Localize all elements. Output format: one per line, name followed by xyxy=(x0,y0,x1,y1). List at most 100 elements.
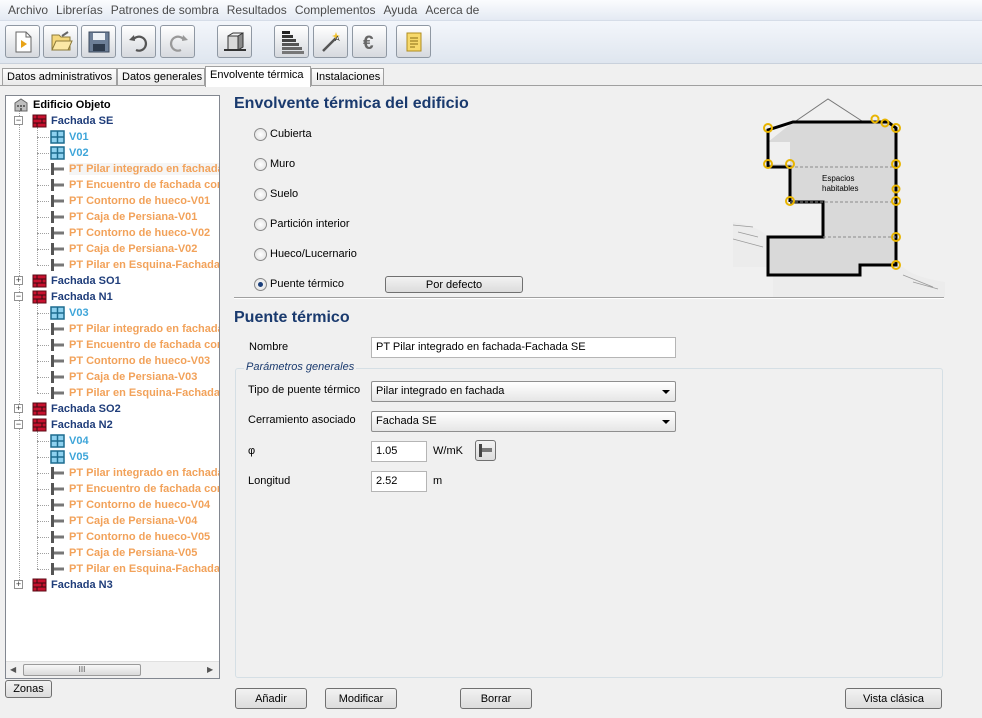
catalog-button[interactable] xyxy=(475,440,496,461)
tree-item-hueco[interactable]: V01 xyxy=(50,129,89,145)
expand-icon[interactable]: + xyxy=(14,404,23,413)
thermal-bridge-icon xyxy=(51,179,64,191)
zonas-button[interactable]: Zonas xyxy=(5,680,52,698)
tree-item-puente-termico[interactable]: PT Pilar en Esquina-Fachada N2 xyxy=(50,561,219,577)
tree-item-fachada[interactable]: Fachada SE xyxy=(32,113,113,129)
tree-item-fachada[interactable]: Fachada SO1 xyxy=(32,273,121,289)
collapse-icon[interactable]: − xyxy=(14,116,23,125)
tree-item-hueco[interactable]: V02 xyxy=(50,145,89,161)
menu-complementos[interactable]: Complementos xyxy=(291,3,380,17)
tree-item-puente-termico[interactable]: PT Contorno de hueco-V05 xyxy=(50,529,210,545)
energy-rating-button[interactable] xyxy=(274,25,309,58)
building-icon xyxy=(14,98,28,112)
wand-button[interactable]: A xyxy=(313,25,348,58)
save-button[interactable] xyxy=(81,25,116,58)
tree-item-puente-termico[interactable]: PT Encuentro de fachada con forjado xyxy=(50,177,219,193)
thermal-bridge-icon xyxy=(51,563,64,575)
expand-icon[interactable]: + xyxy=(14,580,23,589)
scrollbar-thumb[interactable]: III xyxy=(23,664,141,676)
tree-item-puente-termico[interactable]: PT Caja de Persiana-V04 xyxy=(50,513,197,529)
tree-horizontal-scrollbar[interactable]: ◀ III ▶ xyxy=(6,661,219,678)
menu-resultados[interactable]: Resultados xyxy=(223,3,291,17)
open-button[interactable] xyxy=(43,25,78,58)
tree-item-puente-termico[interactable]: PT Pilar en Esquina-Fachada N1 xyxy=(50,385,219,401)
redo-button[interactable] xyxy=(160,25,195,58)
add-button[interactable]: Añadir xyxy=(235,688,307,709)
chevron-down-icon xyxy=(662,420,670,424)
por-defecto-button[interactable]: Por defecto xyxy=(385,276,523,293)
tree-item-puente-termico[interactable]: PT Caja de Persiana-V01 xyxy=(50,209,197,225)
save-icon xyxy=(88,31,109,52)
menu-archivo[interactable]: Archivo xyxy=(4,3,52,17)
scroll-left-arrow-icon[interactable]: ◀ xyxy=(10,665,16,674)
undo-button[interactable] xyxy=(121,25,156,58)
tree-root[interactable]: Edificio Objeto xyxy=(14,97,111,113)
radio-puente-termico[interactable]: Puente térmico xyxy=(254,276,344,292)
tipo-puente-select[interactable]: Pilar integrado en fachada xyxy=(371,381,676,402)
tree-item-puente-termico[interactable]: PT Caja de Persiana-V02 xyxy=(50,241,197,257)
tree-item-label: PT Contorno de hueco-V05 xyxy=(69,531,211,543)
tree-item-puente-termico[interactable]: PT Contorno de hueco-V02 xyxy=(50,225,210,241)
tree-item-puente-termico[interactable]: PT Contorno de hueco-V04 xyxy=(50,497,210,513)
building-section-diagram: Espacios habitables xyxy=(733,98,945,297)
tree-item-fachada[interactable]: Fachada N3 xyxy=(32,577,113,593)
menu-ayuda[interactable]: Ayuda xyxy=(380,3,422,17)
radio-suelo[interactable]: Suelo xyxy=(254,186,298,202)
tree-item-puente-termico[interactable]: PT Pilar en Esquina-Fachada SE xyxy=(50,257,219,273)
modify-button[interactable]: Modificar xyxy=(325,688,397,709)
tree-connector xyxy=(37,233,49,234)
thermal-bridge-icon xyxy=(51,195,64,207)
tab-datos-generales[interactable]: Datos generales xyxy=(117,68,205,86)
tree-item-puente-termico[interactable]: PT Caja de Persiana-V05 xyxy=(50,545,197,561)
thermal-bridge-icon xyxy=(51,467,64,479)
menu-patrones-sombra[interactable]: Patrones de sombra xyxy=(107,3,223,17)
nombre-field[interactable]: PT Pilar integrado en fachada-Fachada SE xyxy=(371,337,676,358)
tree-item-puente-termico[interactable]: PT Encuentro de fachada con forjado xyxy=(50,481,219,497)
building-3d-button[interactable] xyxy=(217,25,252,58)
menu-librerias[interactable]: Librerías xyxy=(52,3,107,17)
longitud-field[interactable]: 2.52 xyxy=(371,471,427,492)
tree-item-fachada[interactable]: Fachada N2 xyxy=(32,417,113,433)
tree-item-puente-termico[interactable]: PT Pilar integrado en fachada-Fachada SE xyxy=(50,161,219,177)
tab-datos-administrativos[interactable]: Datos administrativos xyxy=(2,68,117,86)
radio-muro[interactable]: Muro xyxy=(254,156,295,172)
tree-connector xyxy=(37,521,49,522)
menu-acerca-de[interactable]: Acerca de xyxy=(421,3,483,17)
tree-item-hueco[interactable]: V03 xyxy=(50,305,89,321)
tree-item-puente-termico[interactable]: PT Pilar integrado en fachada-Fachada N2 xyxy=(50,465,219,481)
tree-connector xyxy=(37,441,49,442)
tree-item-fachada[interactable]: Fachada N1 xyxy=(32,289,113,305)
tab-instalaciones[interactable]: Instalaciones xyxy=(311,68,384,86)
cerramiento-select[interactable]: Fachada SE xyxy=(371,411,676,432)
collapse-icon[interactable]: − xyxy=(14,292,23,301)
radio-particion-interior[interactable]: Partición interior xyxy=(254,216,349,232)
tree-item-label: PT Pilar integrado en fachada-Fachada N1 xyxy=(69,323,219,335)
delete-button[interactable]: Borrar xyxy=(460,688,532,709)
tab-envolvente-termica[interactable]: Envolvente térmica xyxy=(205,66,311,87)
tree-item-fachada[interactable]: Fachada SO2 xyxy=(32,401,121,417)
scroll-right-arrow-icon[interactable]: ▶ xyxy=(207,665,213,674)
euro-button[interactable]: € xyxy=(352,25,387,58)
radio-cubierta[interactable]: Cubierta xyxy=(254,126,312,142)
tree-item-puente-termico[interactable]: PT Pilar integrado en fachada-Fachada N1 xyxy=(50,321,219,337)
tree-item-label: PT Contorno de hueco-V02 xyxy=(69,227,211,239)
notes-button[interactable] xyxy=(396,25,431,58)
phi-field[interactable]: 1.05 xyxy=(371,441,427,462)
new-button[interactable] xyxy=(5,25,40,58)
tree-content: Edificio Objeto Fachada SE − V01 V02 PT Pila… xyxy=(6,96,219,661)
envolvente-title: Envolvente térmica del edificio xyxy=(234,95,469,112)
collapse-icon[interactable]: − xyxy=(14,420,23,429)
radio-circle-icon xyxy=(254,127,267,141)
tree-item-label: PT Contorno de hueco-V01 xyxy=(69,195,211,207)
classic-view-button[interactable]: Vista clásica xyxy=(845,688,942,709)
tree-item-puente-termico[interactable]: PT Encuentro de fachada con forjado xyxy=(50,337,219,353)
tree-item-hueco[interactable]: V05 xyxy=(50,449,89,465)
group-label: Parámetros generales xyxy=(244,361,357,373)
expand-icon[interactable]: + xyxy=(14,276,23,285)
tree-item-hueco[interactable]: V04 xyxy=(50,433,89,449)
tree-item-puente-termico[interactable]: PT Caja de Persiana-V03 xyxy=(50,369,197,385)
tree-item-puente-termico[interactable]: PT Contorno de hueco-V03 xyxy=(50,353,210,369)
tree-item-puente-termico[interactable]: PT Contorno de hueco-V01 xyxy=(50,193,210,209)
radio-hueco-lucernario[interactable]: Hueco/Lucernario xyxy=(254,246,357,262)
envelope-tree[interactable]: Edificio Objeto Fachada SE − V01 V02 PT Pila… xyxy=(5,95,220,679)
